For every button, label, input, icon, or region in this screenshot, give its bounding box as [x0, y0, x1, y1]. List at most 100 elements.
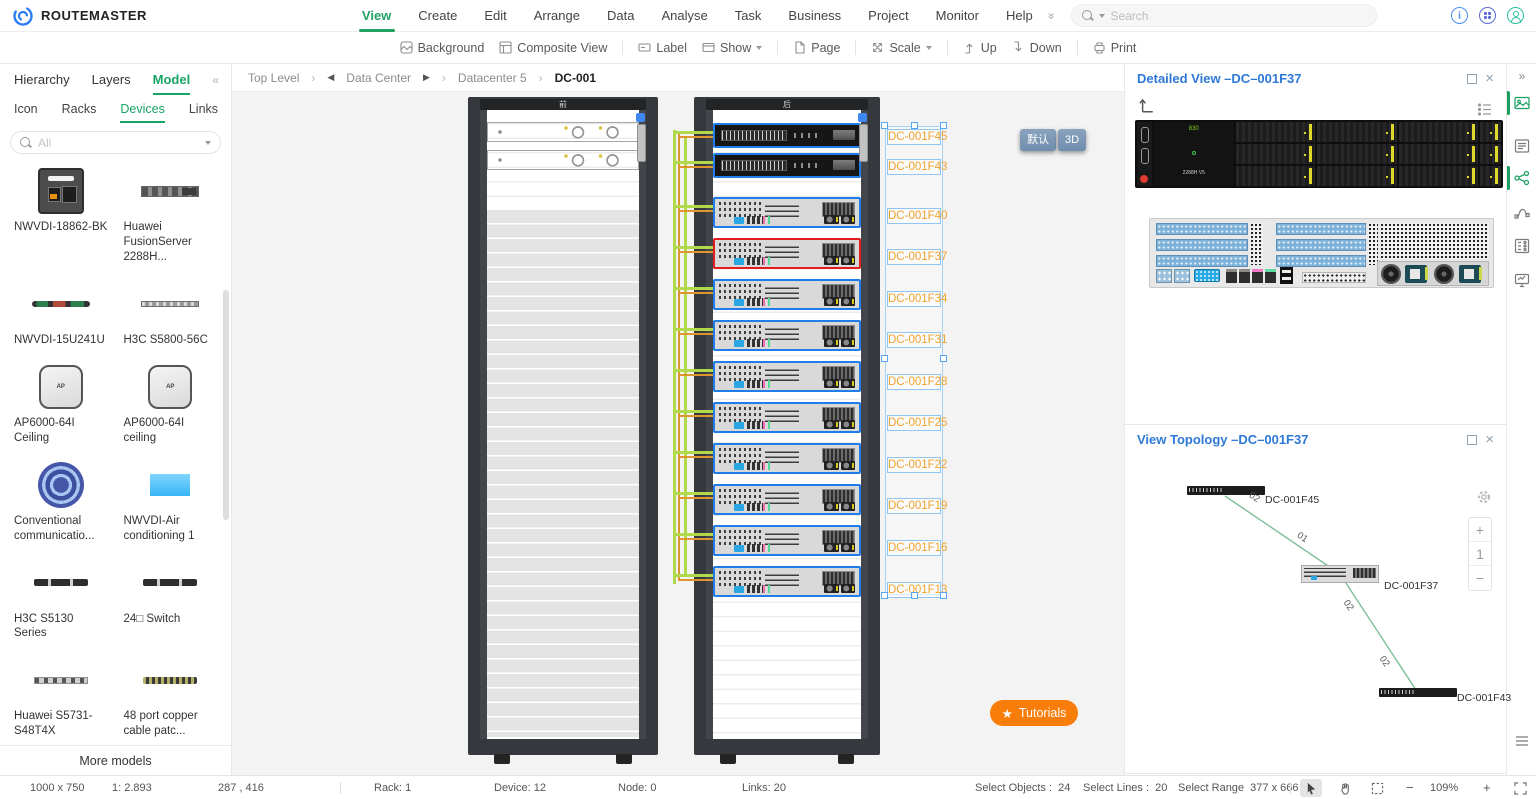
model-filter-input[interactable] [38, 136, 188, 150]
model-filter[interactable] [10, 131, 221, 154]
device-list-icon[interactable] [1477, 102, 1492, 120]
model-card[interactable]: 48 port copper cable patc... [118, 653, 224, 743]
breadcrumb-top-level[interactable]: Top Level [248, 71, 299, 85]
label-button[interactable]: Label [638, 41, 687, 55]
canvas-body[interactable]: 前 后 [232, 92, 1124, 775]
zoom-out-button[interactable]: − [1469, 566, 1491, 590]
rack-device-DC-001F45[interactable] [713, 123, 861, 148]
model-card[interactable]: H3C S5130 Series [8, 556, 114, 646]
search-input[interactable] [1110, 9, 1330, 23]
topology-canvas[interactable]: DC-001F45 DC-001F37 DC-001F43 02 01 02 0… [1125, 452, 1506, 774]
tutorials-button[interactable]: ★ Tutorials [990, 700, 1078, 726]
selection-handle[interactable] [911, 122, 918, 129]
menu-arrange[interactable]: Arrange [534, 0, 580, 32]
rack-front[interactable]: 前 [468, 97, 658, 755]
rack-device-DC-001F43[interactable] [713, 153, 861, 178]
chevron-down-icon[interactable] [1099, 14, 1105, 18]
model-card[interactable]: 24□ Switch [118, 556, 224, 646]
cable-route-tool-icon[interactable] [1507, 200, 1536, 224]
info-icon[interactable] [1451, 7, 1468, 24]
menu-collapse-icon[interactable]: « [1043, 12, 1057, 19]
tab-hierarchy[interactable]: Hierarchy [14, 64, 70, 95]
subtab-devices[interactable]: Devices [120, 95, 164, 123]
prev-arrow-icon[interactable]: ◀ [327, 72, 334, 83]
pan-hand-tool[interactable] [1334, 779, 1356, 797]
rack-device-DC-001F37[interactable] [713, 238, 861, 269]
menu-analyse[interactable]: Analyse [661, 0, 707, 32]
device-label[interactable]: DC-001F34 [887, 291, 941, 307]
rack-device-DC-001F13[interactable] [713, 566, 861, 597]
rack-device-DC-001F31[interactable] [713, 320, 861, 351]
left-panel-scrollbar[interactable] [223, 290, 229, 520]
labels-column[interactable]: DC-001F45DC-001F43DC-001F40DC-001F37DC-0… [885, 126, 943, 595]
background-button[interactable]: Background [400, 41, 485, 55]
maximize-icon[interactable] [1467, 435, 1477, 445]
menu-create[interactable]: Create [418, 0, 457, 32]
selection-handle[interactable] [940, 592, 947, 599]
model-card[interactable]: Conventional communicatio... [8, 458, 114, 548]
menu-business[interactable]: Business [788, 0, 841, 32]
rack-device-DC-001F40[interactable] [713, 197, 861, 228]
topology-node-server[interactable] [1301, 565, 1379, 583]
selection-handle[interactable] [940, 122, 947, 129]
select-cursor-tool[interactable] [1300, 779, 1322, 797]
menu-help[interactable]: Help [1006, 0, 1033, 32]
zoom-in-button[interactable]: + [1483, 776, 1491, 799]
selection-handle[interactable] [940, 355, 947, 362]
model-card[interactable]: NWVDI-Air conditioning 1 [118, 458, 224, 548]
global-search[interactable] [1071, 4, 1377, 27]
rack-device-DC-001F28[interactable] [713, 361, 861, 392]
topology-node-switch[interactable] [1379, 688, 1457, 697]
selection-handle[interactable] [881, 355, 888, 362]
page-button[interactable]: Page [793, 41, 840, 55]
zoom-percent[interactable]: 109% [1430, 776, 1458, 799]
list-view-tool-icon[interactable] [1507, 134, 1536, 158]
model-card[interactable]: H3C S5800-56C [118, 277, 224, 352]
port-config-tool-icon[interactable] [1507, 234, 1536, 258]
selection-handle[interactable] [911, 592, 918, 599]
device-rear-image[interactable] [1149, 218, 1494, 288]
device-label[interactable]: DC-001F40 [887, 208, 941, 224]
rack-device-DC-001F25[interactable] [713, 402, 861, 433]
rack-device-DC-001F16[interactable] [713, 525, 861, 556]
panel-collapse-icon[interactable]: « [212, 73, 219, 87]
menu-task[interactable]: Task [735, 0, 762, 32]
rotate-view-icon[interactable] [1137, 96, 1155, 117]
more-models-button[interactable]: More models [0, 745, 231, 775]
breadcrumb-data-center[interactable]: Data Center [346, 71, 411, 85]
tab-layers[interactable]: Layers [92, 64, 131, 95]
selection-handle[interactable] [881, 592, 888, 599]
print-button[interactable]: Print [1093, 41, 1137, 55]
close-icon[interactable]: × [1485, 74, 1494, 84]
topology-tool-icon[interactable] [1507, 166, 1536, 190]
model-card[interactable]: APAP6000-64I Ceiling [8, 360, 114, 450]
apps-icon[interactable] [1479, 7, 1496, 24]
device-label[interactable]: DC-001F25 [887, 415, 941, 431]
zoom-in-button[interactable]: + [1469, 518, 1491, 542]
close-icon[interactable]: × [1485, 435, 1494, 445]
device-label[interactable]: DC-001F19 [887, 498, 941, 514]
user-avatar-icon[interactable] [1507, 7, 1524, 24]
rack-front-device[interactable] [487, 150, 639, 170]
model-card[interactable]: NWVDI-15U241U [8, 277, 114, 352]
detailed-view-tool-icon[interactable] [1507, 91, 1536, 115]
rack-device-DC-001F34[interactable] [713, 279, 861, 310]
subtab-icon[interactable]: Icon [14, 95, 38, 123]
rack-front-device[interactable] [487, 122, 639, 142]
cable-trunk[interactable] [673, 130, 676, 584]
down-button[interactable]: Down [1012, 41, 1062, 55]
zoom-level[interactable]: 1 [1469, 542, 1491, 566]
up-button[interactable]: Up [963, 41, 997, 55]
fullscreen-icon[interactable] [1509, 779, 1531, 797]
three-d-button[interactable]: 3D [1058, 129, 1086, 151]
subtab-links[interactable]: Links [189, 95, 218, 123]
device-label[interactable]: DC-001F37 [887, 249, 941, 265]
rack-device-DC-001F22[interactable] [713, 443, 861, 474]
menu-edit[interactable]: Edit [484, 0, 506, 32]
cable-trunk[interactable] [678, 134, 680, 580]
rack-device-DC-001F19[interactable] [713, 484, 861, 515]
maximize-icon[interactable] [1467, 74, 1477, 84]
device-label[interactable]: DC-001F45 [887, 129, 941, 145]
menu-monitor[interactable]: Monitor [936, 0, 979, 32]
model-card[interactable]: Huawei FusionServer 2288H... [118, 164, 224, 269]
